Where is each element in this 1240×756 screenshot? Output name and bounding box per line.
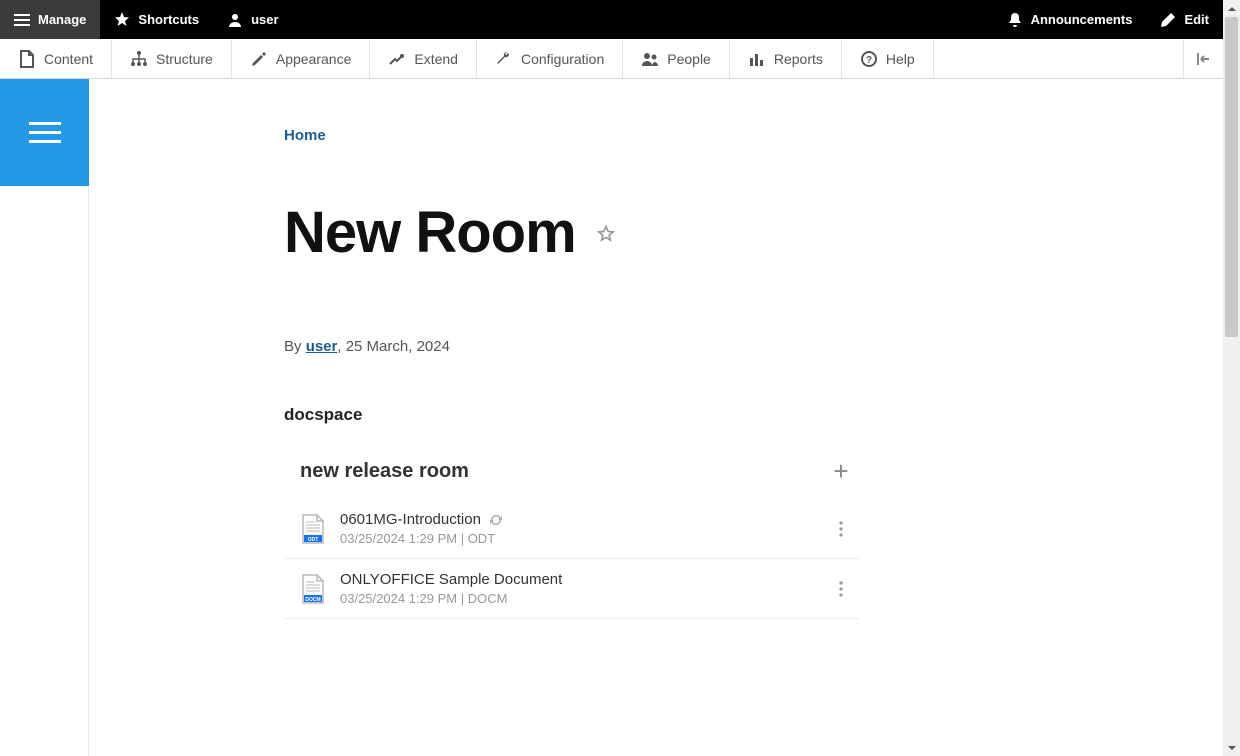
section-label: docspace [284,405,1223,425]
menu-appearance-label: Appearance [276,51,352,67]
user-label: user [251,12,278,27]
main-content: Home New Room By user, 25 March, 2024 do… [89,79,1223,756]
scroll-up-button[interactable] [1223,0,1240,17]
svg-text:?: ? [866,55,872,66]
announcements-button[interactable]: Announcements [993,0,1147,39]
file-list: ODT 0601MG-Introduction 03/25/2024 1:29 … [284,499,859,619]
pencil-icon [1160,12,1176,28]
left-sidebar [0,79,89,756]
shortcuts-label: Shortcuts [138,12,199,27]
user-button[interactable]: user [213,0,292,39]
svg-text:ODT: ODT [308,537,319,543]
admin-menu-spacer [934,39,1183,78]
menu-reports[interactable]: Reports [730,39,842,78]
file-meta: 03/25/2024 1:29 PM | ODT [340,531,829,546]
scroll-thumb[interactable] [1225,17,1238,337]
kebab-icon [839,521,843,537]
byline-prefix: By [284,338,306,355]
menu-structure[interactable]: Structure [112,39,232,78]
breadcrumb: Home [284,127,1223,144]
breadcrumb-home[interactable]: Home [284,127,326,144]
admin-menu: Content Structure Appearance Extend Conf… [0,39,1223,79]
puzzle-icon [388,50,406,68]
hamburger-icon [29,122,61,143]
favorite-button[interactable] [596,224,616,249]
scroll-down-button[interactable] [1223,739,1240,756]
manage-button[interactable]: Manage [0,0,100,39]
chevron-up-icon [1228,5,1236,13]
byline: By user, 25 March, 2024 [284,338,1223,355]
room-name: new release room [300,460,469,483]
file-row[interactable]: DOCM ONLYOFFICE Sample Document 03/25/20… [284,559,859,619]
add-file-button[interactable]: + [827,457,855,485]
file-meta: 03/25/2024 1:29 PM | DOCM [340,591,829,606]
author-link[interactable]: user [306,338,338,355]
chevron-down-icon [1228,744,1236,752]
announcements-label: Announcements [1031,12,1133,27]
kebab-icon [839,581,843,597]
menu-configuration-label: Configuration [521,51,604,67]
menu-people[interactable]: People [623,39,730,78]
svg-text:DOCM: DOCM [305,597,320,603]
docspace-header: new release room + [284,451,859,499]
person-icon [227,12,243,28]
file-type-icon: ODT [300,514,326,544]
edit-button[interactable]: Edit [1146,0,1223,39]
star-outline-icon [596,224,616,244]
sidebar-menu-toggle[interactable] [0,79,89,186]
vertical-scrollbar[interactable] [1223,0,1240,756]
admin-toolbar: Manage Shortcuts user Announcements Edit [0,0,1223,39]
menu-appearance[interactable]: Appearance [232,39,371,78]
document-icon: ODT [300,514,326,544]
document-icon: DOCM [300,574,326,604]
chart-icon [748,50,766,68]
file-name: 0601MG-Introduction [340,511,503,528]
byline-suffix: , 25 March, 2024 [337,338,450,355]
menu-reports-label: Reports [774,51,823,67]
file-name: ONLYOFFICE Sample Document [340,571,562,588]
docspace-panel: new release room + ODT 0601MG-Introducti… [284,451,859,619]
manage-label: Manage [38,12,86,27]
menu-configuration[interactable]: Configuration [477,39,623,78]
menu-extend[interactable]: Extend [370,39,477,78]
star-icon [114,12,130,28]
bell-icon [1007,12,1023,28]
help-icon: ? [860,50,878,68]
wrench-icon [495,50,513,68]
menu-help-label: Help [886,51,915,67]
file-actions-button[interactable] [829,521,853,537]
menu-content[interactable]: Content [0,39,112,78]
file-row[interactable]: ODT 0601MG-Introduction 03/25/2024 1:29 … [284,499,859,559]
collapse-icon [1195,50,1213,68]
menu-extend-label: Extend [414,51,458,67]
file-actions-button[interactable] [829,581,853,597]
hamburger-icon [14,12,30,28]
page-title: New Room [284,199,576,266]
menu-help[interactable]: ? Help [842,39,934,78]
file-info: 0601MG-Introduction 03/25/2024 1:29 PM |… [340,511,829,546]
people-icon [641,50,659,68]
file-info: ONLYOFFICE Sample Document 03/25/2024 1:… [340,571,829,606]
toolbar-collapse-button[interactable] [1183,39,1223,78]
menu-structure-label: Structure [156,51,213,67]
brush-icon [250,50,268,68]
menu-content-label: Content [44,51,93,67]
shortcuts-button[interactable]: Shortcuts [100,0,213,39]
sync-icon [489,513,503,527]
file-type-icon: DOCM [300,574,326,604]
edit-label: Edit [1184,12,1209,27]
page-icon [18,50,36,68]
menu-people-label: People [667,51,711,67]
hierarchy-icon [130,50,148,68]
